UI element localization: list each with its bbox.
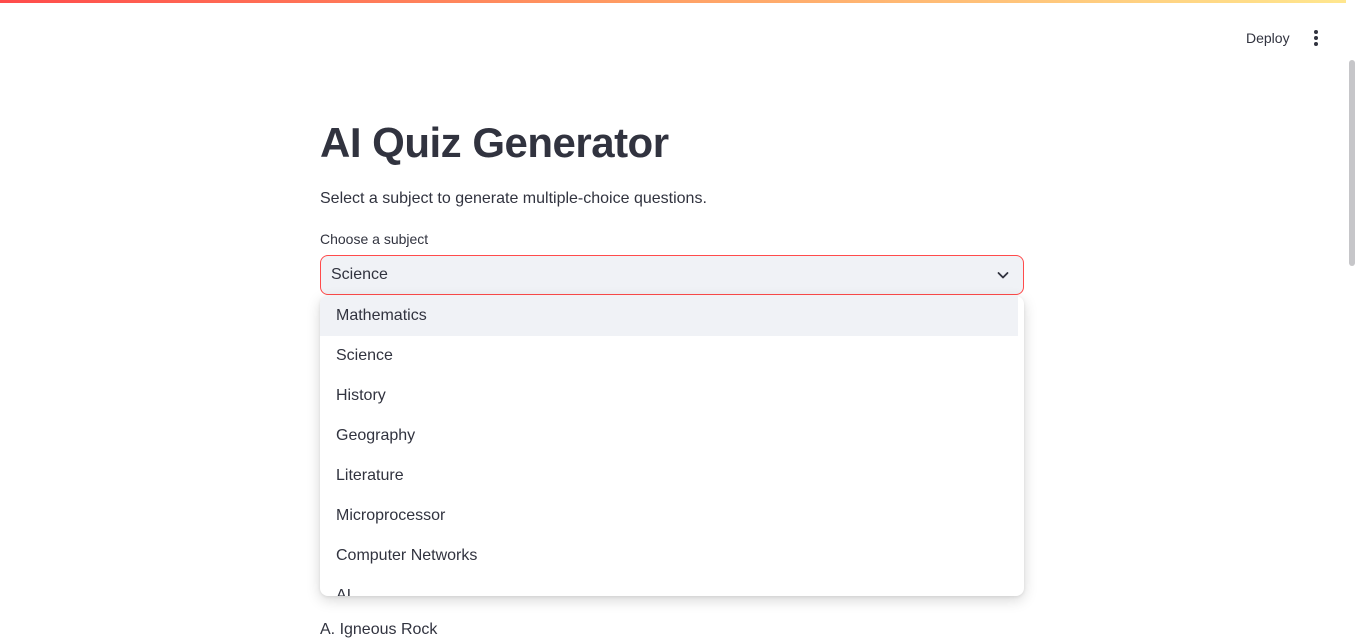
deploy-button[interactable]: Deploy <box>1236 26 1300 50</box>
dropdown-option-label: Geography <box>336 427 416 444</box>
dropdown-option-ai[interactable]: AI <box>320 576 1018 596</box>
scrollbar-thumb[interactable] <box>1349 60 1355 266</box>
subject-dropdown-menu: Mathematics Science History Geography Li… <box>320 296 1024 596</box>
chevron-down-icon <box>997 272 1009 279</box>
page-description: Select a subject to generate multiple-ch… <box>320 190 707 207</box>
dropdown-option-label: Microprocessor <box>336 507 446 524</box>
dropdown-option-label: History <box>336 387 386 404</box>
subject-select-label: Choose a subject <box>320 231 429 247</box>
dropdown-option-label: Computer Networks <box>336 547 478 564</box>
dropdown-option-label: AI <box>336 587 352 596</box>
dropdown-option-geography[interactable]: Geography <box>320 416 1018 456</box>
dropdown-option-literature[interactable]: Literature <box>320 456 1018 496</box>
dropdown-option-computer-networks[interactable]: Computer Networks <box>320 536 1018 576</box>
app-header: Deploy <box>0 0 1358 60</box>
dropdown-option-science[interactable]: Science <box>320 336 1018 376</box>
dropdown-option-label: Mathematics <box>336 307 427 324</box>
page-title: AI Quiz Generator <box>320 119 669 166</box>
dropdown-option-label: Literature <box>336 467 404 484</box>
subject-select-value: Science <box>331 266 388 283</box>
dropdown-option-microprocessor[interactable]: Microprocessor <box>320 496 1018 536</box>
dropdown-option-history[interactable]: History <box>320 376 1018 416</box>
subject-select[interactable]: Science <box>320 255 1024 295</box>
quiz-answer-option: A. Igneous Rock <box>320 621 438 638</box>
main-menu-button[interactable] <box>1304 26 1328 50</box>
dropdown-option-label: Science <box>336 347 393 364</box>
dropdown-option-mathematics[interactable]: Mathematics <box>320 296 1018 336</box>
